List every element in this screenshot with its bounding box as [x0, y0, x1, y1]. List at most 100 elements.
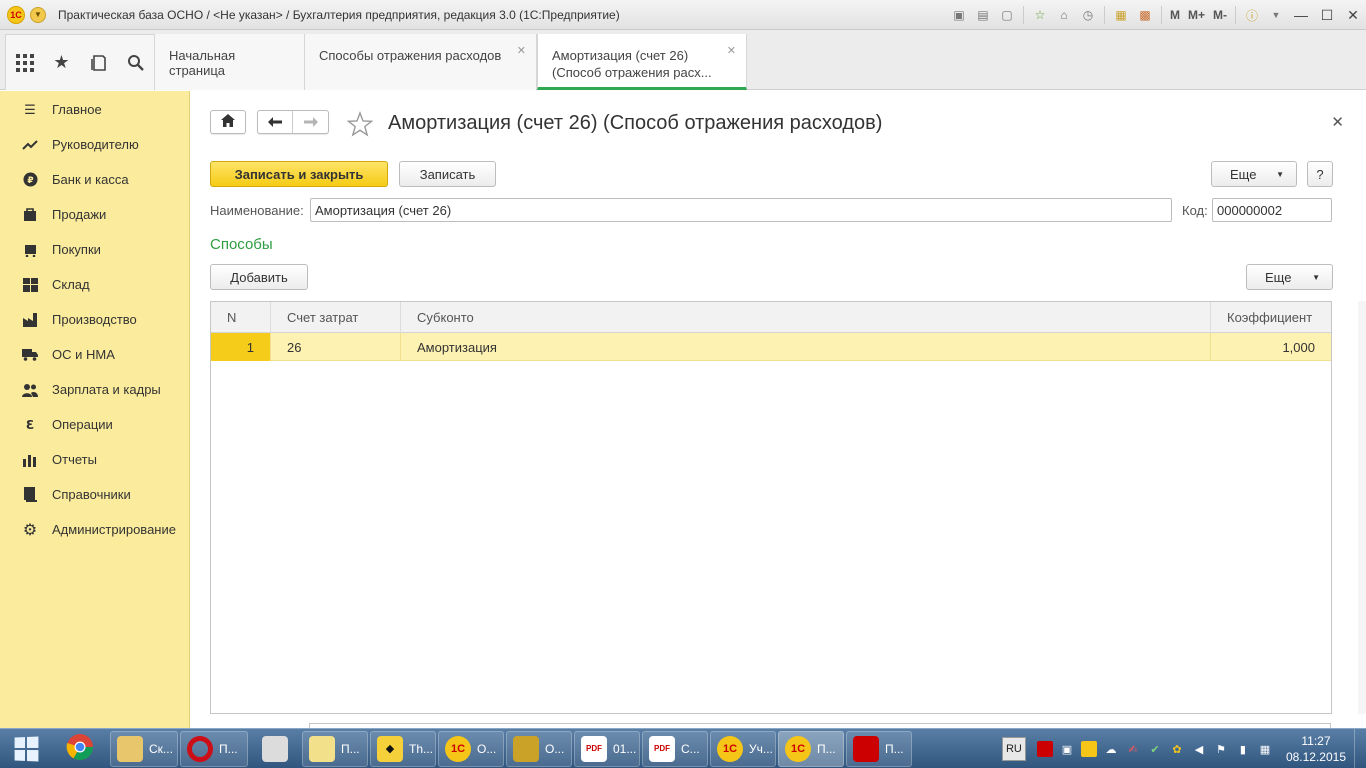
- taskbar-item-house[interactable]: П...: [302, 730, 368, 767]
- calendar-icon[interactable]: ▩: [1136, 6, 1154, 24]
- more-button[interactable]: Еще ▼: [1211, 161, 1297, 187]
- show-desktop-button[interactable]: [1354, 729, 1366, 768]
- taskbar-item-pdf-2[interactable]: PDF С...: [642, 730, 708, 767]
- memory-m-button[interactable]: M: [1170, 8, 1180, 22]
- security-check-icon[interactable]: ✔: [1147, 741, 1163, 757]
- sidebar-item-fixed-assets[interactable]: ОС и НМА: [0, 337, 189, 372]
- memory-plus-button[interactable]: M+: [1188, 8, 1205, 22]
- home-button[interactable]: [210, 110, 246, 134]
- forward-button[interactable]: [293, 111, 328, 133]
- bookmark-icon[interactable]: ⌂: [1055, 6, 1073, 24]
- info-icon[interactable]: ⓘ: [1243, 6, 1261, 24]
- name-label: Наименование:: [210, 203, 304, 218]
- sidebar-item-main[interactable]: ☰ Главное: [0, 92, 189, 127]
- table-more-button[interactable]: Еще ▼: [1246, 264, 1333, 290]
- sidebar-item-purchases[interactable]: Покупки: [0, 232, 189, 267]
- back-button[interactable]: [258, 111, 294, 133]
- sidebar-item-reports[interactable]: Отчеты: [0, 442, 189, 477]
- close-window-button[interactable]: ✕: [1340, 4, 1366, 26]
- column-header-subconto[interactable]: Субконто: [401, 302, 1211, 333]
- onec-logo-icon[interactable]: 1С: [7, 5, 25, 24]
- code-label: Код:: [1182, 203, 1208, 218]
- color-app-icon[interactable]: ✿: [1169, 741, 1185, 757]
- system-tray: RU ▣ ☁ ✍ ✔ ✿ ◀ ⚑ ▮ ▦ 11:27 08.12.2015: [1001, 729, 1366, 768]
- column-header-coefficient[interactable]: Коэффициент: [1211, 302, 1331, 333]
- info-dropdown-icon[interactable]: ▼: [1267, 6, 1285, 24]
- table-row[interactable]: 1 26 Амортизация 1,000: [211, 333, 1331, 361]
- taskbar-item-opera[interactable]: П...: [180, 730, 248, 767]
- vertical-scrollbar[interactable]: [1358, 301, 1366, 714]
- tab-amortization[interactable]: Амортизация (счет 26) (Способ отражения …: [537, 34, 747, 90]
- network-devices-icon[interactable]: ▣: [1059, 741, 1075, 757]
- network-icon[interactable]: ▦: [1257, 741, 1273, 757]
- add-button[interactable]: Добавить: [210, 264, 308, 290]
- app-c-icon[interactable]: [1080, 741, 1097, 757]
- battery-icon[interactable]: ▮: [1235, 741, 1251, 757]
- tab-expense-methods[interactable]: Способы отражения расходов ✕: [305, 34, 537, 90]
- column-header-account[interactable]: Счет затрат: [271, 302, 401, 333]
- home-icon: [221, 114, 235, 130]
- close-form-icon[interactable]: ✕: [1331, 113, 1344, 131]
- taskbar-scanner[interactable]: [250, 731, 300, 767]
- save-button[interactable]: Записать: [399, 161, 496, 187]
- volume-icon[interactable]: ◀: [1191, 741, 1207, 757]
- start-button[interactable]: [0, 729, 52, 768]
- pdf-icon: PDF: [581, 735, 607, 762]
- save-and-close-button[interactable]: Записать и закрыть: [210, 161, 388, 187]
- warehouse-icon: [22, 277, 38, 293]
- cloud-icon[interactable]: ☁: [1103, 741, 1119, 757]
- sidebar-item-administration[interactable]: ⚙ Администрирование: [0, 512, 189, 547]
- memory-minus-button[interactable]: M-: [1213, 8, 1227, 22]
- form-area: Амортизация (счет 26) (Способ отражения …: [191, 91, 1366, 728]
- favorites-star-icon[interactable]: ★: [50, 51, 74, 75]
- clock[interactable]: 11:27 08.12.2015: [1286, 733, 1346, 765]
- sidebar-item-salary[interactable]: Зарплата и кадры: [0, 372, 189, 407]
- taskbar-item-shield[interactable]: О...: [506, 730, 572, 767]
- name-field[interactable]: Амортизация (счет 26): [310, 198, 1172, 222]
- minimize-button[interactable]: —: [1288, 4, 1314, 26]
- history-clock-icon[interactable]: [87, 51, 111, 75]
- taskbar-item-onec-3[interactable]: 1С П...: [778, 730, 844, 767]
- save-icon[interactable]: ▣: [950, 6, 968, 24]
- favorite-star-icon[interactable]: [346, 111, 374, 137]
- flag-icon[interactable]: ⚑: [1213, 741, 1229, 757]
- preview-icon[interactable]: ▢: [998, 6, 1016, 24]
- maximize-button[interactable]: ☐: [1314, 4, 1340, 26]
- pdf-tray-icon[interactable]: ✍: [1125, 741, 1141, 757]
- sidebar-item-warehouse[interactable]: Склад: [0, 267, 189, 302]
- antivirus-icon[interactable]: [1036, 741, 1053, 757]
- code-field[interactable]: 000000002: [1212, 198, 1332, 222]
- taskbar-item-onec-1[interactable]: 1С О...: [438, 730, 504, 767]
- main-menu-dropdown-icon[interactable]: ▼: [30, 6, 46, 23]
- taskbar-item-red-app[interactable]: П...: [846, 730, 912, 767]
- print-icon[interactable]: ▤: [974, 6, 992, 24]
- row-subconto[interactable]: Амортизация: [401, 333, 1211, 361]
- taskbar-item-onec-2[interactable]: 1С Уч...: [710, 730, 776, 767]
- sidebar-item-director[interactable]: Руководителю: [0, 127, 189, 162]
- help-button[interactable]: ?: [1307, 161, 1333, 187]
- chevron-down-icon: ▼: [1312, 272, 1320, 282]
- language-indicator[interactable]: RU: [1001, 737, 1026, 761]
- history-icon[interactable]: ◷: [1079, 6, 1097, 24]
- apps-grid-icon[interactable]: [13, 51, 37, 75]
- tab-close-icon[interactable]: ✕: [727, 44, 736, 57]
- column-header-n[interactable]: N: [211, 302, 271, 333]
- sidebar-item-production[interactable]: Производство: [0, 302, 189, 337]
- taskbar-item-folder[interactable]: Ск...: [110, 730, 178, 767]
- search-icon[interactable]: [124, 51, 148, 75]
- spreadsheet-icon[interactable]: ▦: [1112, 6, 1130, 24]
- favorites-add-icon[interactable]: ☆: [1031, 6, 1049, 24]
- sidebar-item-sales[interactable]: Продажи: [0, 197, 189, 232]
- tab-close-icon[interactable]: ✕: [517, 44, 526, 57]
- tab-home[interactable]: Начальная страница: [155, 34, 305, 90]
- sidebar-item-operations[interactable]: Ꜫ Операции: [0, 407, 189, 442]
- row-account[interactable]: 26: [271, 333, 401, 361]
- taskbar-chrome[interactable]: [52, 731, 108, 767]
- clock-date: 08.12.2015: [1285, 750, 1346, 764]
- sidebar-item-bank[interactable]: ₽ Банк и касса: [0, 162, 189, 197]
- taskbar-item-batman[interactable]: ◆ Th...: [370, 730, 436, 767]
- taskbar-item-pdf-1[interactable]: PDF 01...: [574, 730, 640, 767]
- sidebar-item-catalogs[interactable]: Справочники: [0, 477, 189, 512]
- window-titlebar: 1С ▼ Практическая база ОСНО / <Не указан…: [0, 0, 1366, 30]
- row-coefficient[interactable]: 1,000: [1211, 333, 1331, 361]
